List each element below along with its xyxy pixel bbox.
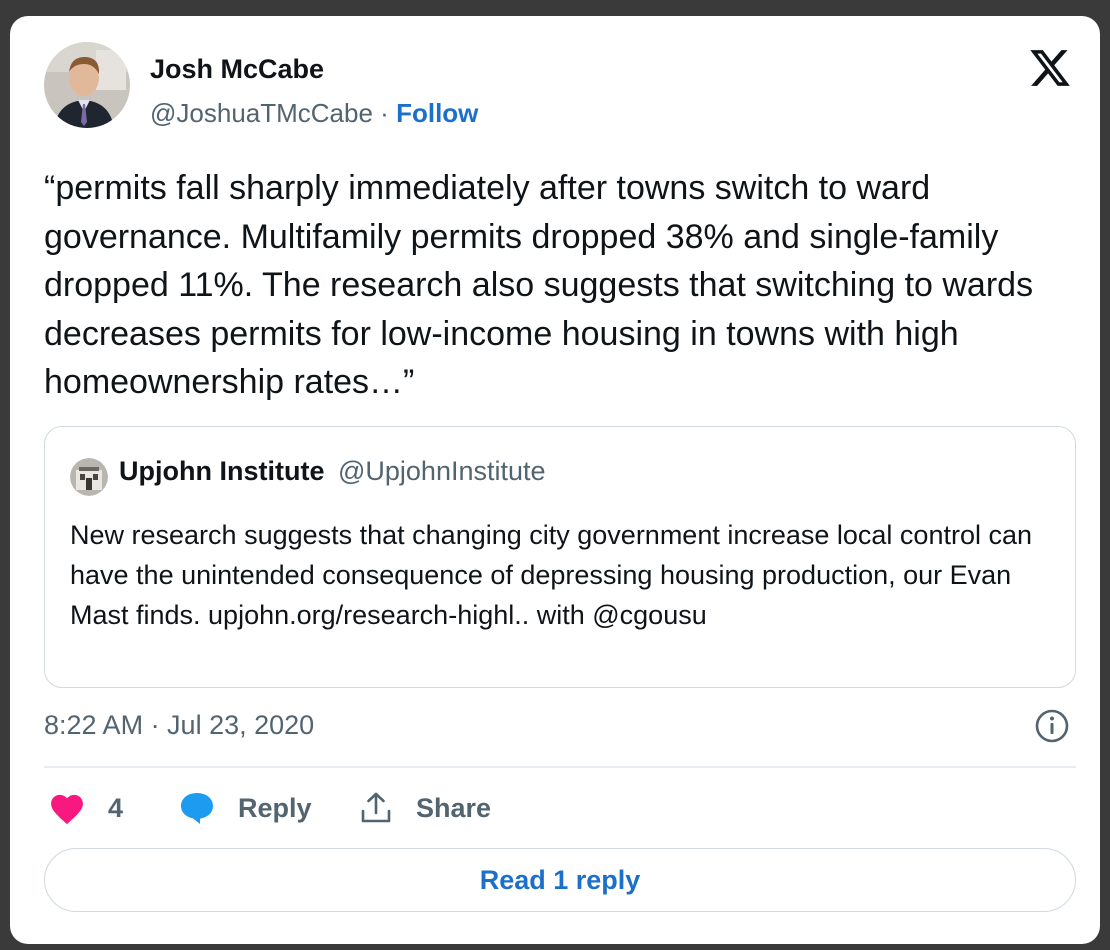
quoted-avatar	[70, 458, 108, 496]
follow-button[interactable]: Follow	[396, 98, 478, 128]
author-handle[interactable]: @JoshuaTMcCabe	[150, 98, 373, 128]
reply-button[interactable]: Reply	[178, 786, 312, 830]
handle-separator: ·	[380, 98, 389, 128]
quoted-author-handle: @UpjohnInstitute	[337, 456, 546, 486]
tweet-timestamp[interactable]: 8:22 AM · Jul 23, 2020	[44, 710, 314, 741]
like-button[interactable]: 4	[48, 786, 123, 830]
like-count: 4	[108, 792, 124, 823]
read-replies-button[interactable]: Read 1 reply	[44, 848, 1076, 912]
speech-bubble-icon	[178, 790, 216, 826]
quoted-author-row: Upjohn Institute @UpjohnInstitute	[119, 456, 546, 487]
x-logo-icon[interactable]	[1028, 46, 1072, 90]
tweet-card: Josh McCabe @JoshuaTMcCabe · Follow “per…	[10, 16, 1100, 944]
divider	[44, 766, 1076, 768]
quoted-tweet[interactable]: Upjohn Institute @UpjohnInstitute New re…	[44, 426, 1076, 688]
author-handle-row: @JoshuaTMcCabe · Follow	[150, 98, 478, 129]
share-label: Share	[416, 792, 492, 823]
share-button[interactable]: Share	[358, 786, 491, 830]
reply-label: Reply	[238, 792, 312, 823]
tweet-text: “permits fall sharply immediately after …	[44, 169, 1034, 401]
author-avatar[interactable]	[44, 42, 130, 128]
author-name[interactable]: Josh McCabe	[150, 54, 324, 85]
share-upload-icon	[358, 790, 394, 826]
quoted-text: New research suggests that changing city…	[70, 520, 1033, 630]
heart-icon	[48, 791, 86, 825]
quoted-author-name: Upjohn Institute	[119, 456, 325, 486]
info-icon[interactable]	[1034, 708, 1070, 744]
